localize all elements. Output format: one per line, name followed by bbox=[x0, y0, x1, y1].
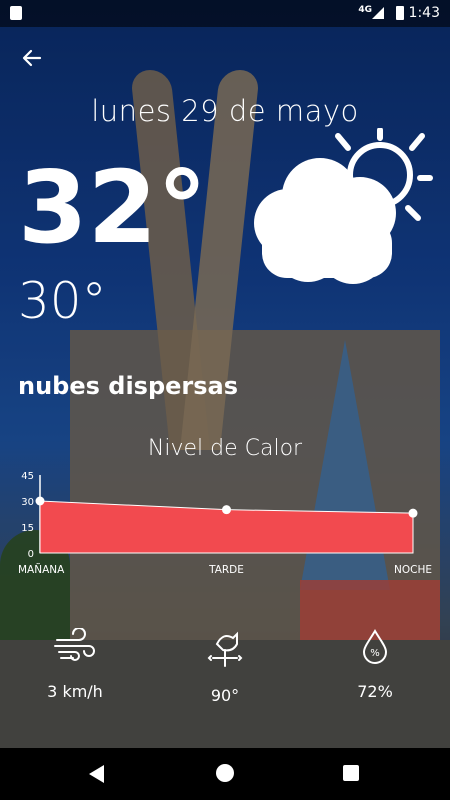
data-point bbox=[222, 505, 231, 515]
humidity-value: 72% bbox=[357, 682, 393, 701]
status-bar: 4G 1:43 bbox=[0, 0, 450, 27]
weathervane-icon bbox=[207, 631, 243, 667]
data-point bbox=[35, 496, 45, 506]
humidity-metric: % 72% bbox=[320, 628, 430, 701]
metrics-row: 3 km/h 90° % 72% bbox=[0, 628, 450, 708]
battery-icon bbox=[396, 6, 404, 20]
y-tick-label: 15 bbox=[21, 523, 34, 534]
navigation-bar bbox=[0, 748, 450, 800]
y-tick-label: 45 bbox=[21, 471, 34, 482]
status-time: 1:43 bbox=[408, 5, 440, 21]
wind-value: 3 km/h bbox=[47, 682, 103, 701]
wind-icon bbox=[54, 628, 95, 661]
nav-home-icon[interactable] bbox=[216, 764, 234, 782]
sd-card-icon bbox=[10, 6, 22, 20]
wind-direction-value: 90° bbox=[210, 686, 240, 705]
wind-metric: 3 km/h bbox=[20, 628, 130, 701]
x-tick-label: NOCHE bbox=[394, 564, 432, 576]
nav-recent-icon[interactable] bbox=[343, 765, 359, 781]
heat-chart: 0 15 30 45 MAÑANA TARDE NOCHE bbox=[18, 471, 432, 576]
signal-icon bbox=[372, 7, 384, 19]
back-button[interactable] bbox=[20, 46, 44, 70]
weather-condition: nubes dispersas bbox=[18, 372, 239, 400]
forecast-date: lunes 29 de mayo bbox=[91, 94, 359, 128]
partly-cloudy-icon bbox=[254, 128, 433, 284]
y-tick-label: 0 bbox=[28, 549, 34, 560]
y-tick-label: 30 bbox=[21, 497, 34, 508]
svg-text:%: % bbox=[370, 648, 380, 659]
network-type: 4G bbox=[358, 5, 372, 15]
data-point bbox=[408, 508, 418, 518]
x-tick-label: TARDE bbox=[208, 564, 244, 576]
arrow-left-icon bbox=[22, 49, 42, 67]
temperature-min: 30° bbox=[18, 272, 107, 330]
nav-back-icon[interactable] bbox=[89, 765, 104, 783]
wind-direction-metric: 90° bbox=[170, 628, 280, 705]
temperature-max: 32° bbox=[18, 149, 208, 266]
humidity-drop-icon: % bbox=[362, 629, 388, 664]
x-tick-label: MAÑANA bbox=[18, 563, 65, 576]
